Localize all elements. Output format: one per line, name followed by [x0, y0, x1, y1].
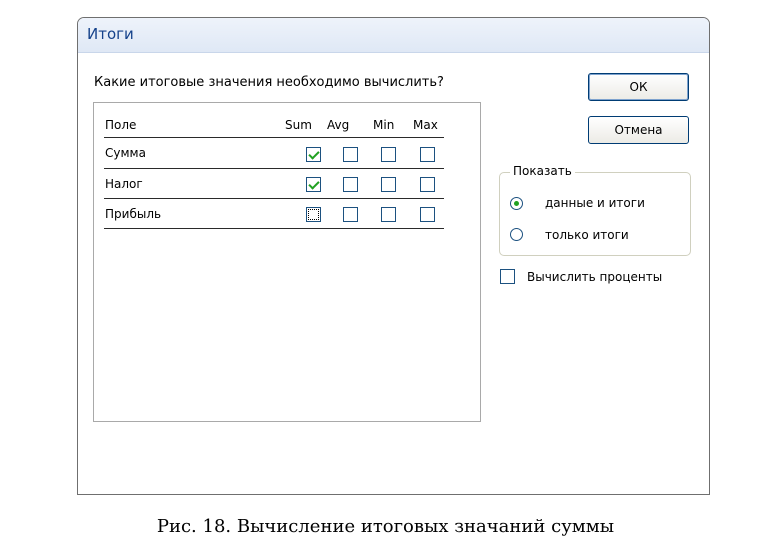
totals-dialog: Итоги Какие итоговые значения необходимо…: [77, 17, 710, 495]
grid-divider: [104, 168, 444, 169]
dialog-titlebar: Итоги: [78, 18, 709, 53]
summa-max-checkbox[interactable]: [420, 147, 435, 162]
compute-percent-label[interactable]: Вычислить проценты: [527, 270, 662, 284]
ok-button[interactable]: ОК: [588, 73, 689, 101]
grid-divider: [104, 137, 444, 138]
question-label: Какие итоговые значения необходимо вычис…: [94, 75, 444, 90]
nalog-max-checkbox[interactable]: [420, 177, 435, 192]
dialog-title: Итоги: [87, 25, 134, 43]
summa-avg-checkbox[interactable]: [343, 147, 358, 162]
totals-only-radio[interactable]: [510, 228, 523, 241]
compute-percent-checkbox[interactable]: [500, 269, 515, 284]
nalog-avg-checkbox[interactable]: [343, 177, 358, 192]
row-label-pribyl: Прибыль: [105, 207, 162, 221]
column-header-sum: Sum: [285, 118, 312, 132]
column-header-avg: Avg: [327, 118, 350, 132]
pribyl-max-checkbox[interactable]: [420, 207, 435, 222]
pribyl-min-checkbox[interactable]: [381, 207, 396, 222]
show-groupbox: [499, 172, 691, 256]
column-header-max: Max: [413, 118, 438, 132]
column-header-min: Min: [373, 118, 395, 132]
totals-only-label[interactable]: только итоги: [545, 228, 629, 242]
data-and-totals-label[interactable]: данные и итоги: [545, 196, 645, 210]
row-label-summa: Сумма: [105, 146, 146, 160]
grid-divider: [104, 228, 444, 229]
figure-caption: Рис. 18. Вычисление итоговых значаний су…: [156, 516, 615, 537]
summa-sum-checkbox[interactable]: [306, 147, 321, 162]
show-group-label: Показать: [510, 164, 575, 178]
nalog-sum-checkbox[interactable]: [306, 177, 321, 192]
row-label-nalog: Налог: [105, 177, 143, 191]
grid-divider: [104, 198, 444, 199]
data-and-totals-radio[interactable]: [510, 197, 523, 210]
pribyl-sum-checkbox[interactable]: [306, 207, 321, 222]
nalog-min-checkbox[interactable]: [381, 177, 396, 192]
pribyl-avg-checkbox[interactable]: [343, 207, 358, 222]
summa-min-checkbox[interactable]: [381, 147, 396, 162]
column-header-field: Поле: [105, 118, 137, 132]
cancel-button[interactable]: Отмена: [588, 116, 689, 144]
